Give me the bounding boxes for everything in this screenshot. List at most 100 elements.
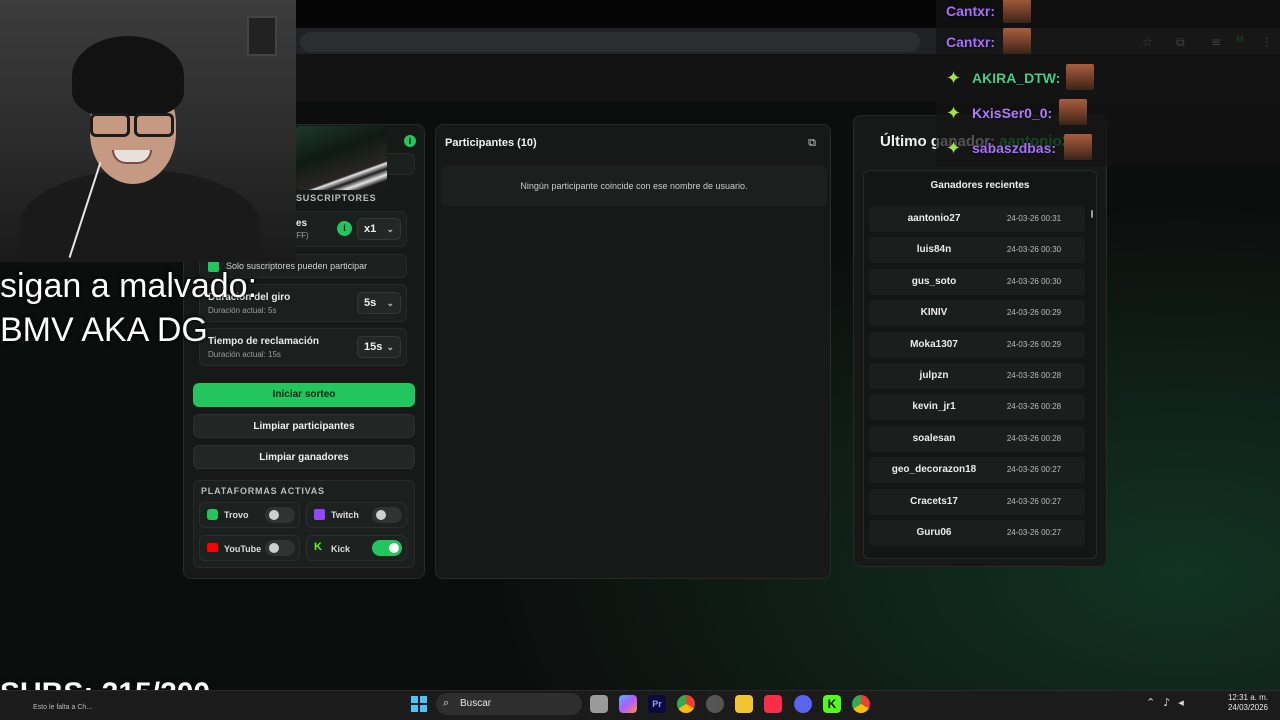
- trovo-icon: [207, 509, 218, 520]
- clear-participants-button[interactable]: Limpiar participantes: [193, 414, 415, 438]
- chat-emote-image: [1064, 134, 1092, 160]
- platform-label: Kick: [331, 544, 351, 554]
- claim-time-select[interactable]: 15s ⌄: [357, 336, 401, 358]
- streamer-glasses: [86, 113, 178, 139]
- winner-row: luis84n 24-03-26 00:30: [869, 237, 1085, 264]
- profile-image: [296, 126, 387, 190]
- winner-row: Guru06 24-03-26 00:27: [869, 520, 1085, 546]
- task-view-icon[interactable]: [590, 695, 608, 713]
- copy-icon[interactable]: ⧉: [804, 135, 820, 151]
- twitch-icon: [314, 509, 325, 520]
- windows-start-icon[interactable]: [411, 696, 427, 712]
- empty-participants-message: Ningún participante coincide con ese nom…: [441, 166, 827, 206]
- chat-emote-image: [1003, 28, 1031, 54]
- chat-emote-image: [1066, 64, 1094, 90]
- winner-date: 24-03-26 00:28: [1006, 402, 1062, 412]
- copilot-icon[interactable]: [619, 695, 637, 713]
- winner-date: 24-03-26 00:28: [1006, 371, 1062, 380]
- chat-badge-icon: ✦: [946, 103, 962, 124]
- winner-row: Cracets17 24-03-26 00:27: [869, 488, 1085, 515]
- wall-frame: [247, 16, 277, 56]
- chat-username: sabaszdbas:: [972, 140, 1057, 156]
- start-raffle-button[interactable]: Iniciar sorteo: [193, 383, 415, 407]
- spin-duration-select[interactable]: 5s ⌄: [357, 292, 401, 314]
- chat-username: Cantxr:: [946, 3, 996, 19]
- multiplier-value: x1: [364, 223, 377, 235]
- streamer-shirt: [20, 170, 260, 262]
- spin-duration-value: 5s: [364, 297, 377, 309]
- winner-date: 24-03-26 00:27: [1006, 496, 1062, 506]
- recent-winners-scrollbar[interactable]: [1091, 210, 1093, 218]
- clock-date: 24/03/2026: [1227, 703, 1269, 712]
- twitch-toggle[interactable]: [372, 507, 402, 523]
- platform-label: YouTube: [224, 544, 262, 554]
- winner-row: kevin_jr1 24-03-26 00:28: [869, 394, 1085, 421]
- system-tray-icons[interactable]: ⌃♪◂: [1146, 696, 1192, 709]
- platforms-header: PLATAFORMAS ACTIVAS: [201, 486, 325, 496]
- chevron-down-icon: ⌄: [386, 224, 394, 234]
- winner-date: 24-03-26 00:30: [1006, 276, 1062, 286]
- discord-icon[interactable]: [794, 695, 812, 713]
- chat-emote-image: [1059, 99, 1087, 125]
- winner-date: 24-03-26 00:31: [1006, 214, 1062, 223]
- winner-row: Moka1307 24-03-26 00:29: [869, 331, 1085, 358]
- chrome-profile-icon[interactable]: [852, 695, 870, 713]
- webcam-feed: [0, 0, 296, 262]
- winner-date: 24-03-26 00:29: [1006, 339, 1062, 349]
- platform-label: Twitch: [331, 510, 359, 520]
- obs-icon[interactable]: [706, 695, 724, 713]
- overlay-line2: BMV AKA DG: [0, 311, 208, 349]
- taskbar-search[interactable]: [436, 693, 582, 715]
- winner-date: 24-03-26 00:30: [1006, 245, 1062, 255]
- youtube-icon: [207, 543, 218, 552]
- clock-time: 12:31 a. m.: [1227, 693, 1269, 702]
- search-icon: ⌕: [443, 696, 450, 709]
- claim-time-sub: Duración actual: 15s: [208, 350, 281, 359]
- platform-label: Trovo: [224, 510, 249, 520]
- music-icon[interactable]: [764, 695, 782, 713]
- chat-emote-image: [1003, 0, 1031, 23]
- chrome-icon[interactable]: [677, 695, 695, 713]
- kick-toggle[interactable]: [372, 540, 402, 556]
- spin-duration-sub: Duración actual: 5s: [208, 306, 277, 315]
- address-bar[interactable]: [300, 32, 920, 52]
- chat-badge-icon: ✦: [946, 68, 962, 89]
- clear-winners-button[interactable]: Limpiar ganadores: [193, 445, 415, 469]
- taskbar: [0, 690, 1280, 720]
- winner-row: gus_soto 24-03-26 00:30: [869, 268, 1085, 295]
- file-explorer-icon[interactable]: [735, 695, 753, 713]
- overlay-line1: sigan a malvado:: [0, 267, 258, 305]
- trovo-toggle[interactable]: [265, 507, 295, 523]
- winner-row: geo_decorazon18 24-03-26 00:27: [869, 457, 1085, 484]
- chat-username: Cantxr:: [946, 34, 996, 50]
- winner-date: 24-03-26 00:28: [1006, 433, 1062, 443]
- youtube-toggle[interactable]: [265, 540, 295, 556]
- multiplier-info-icon[interactable]: i: [337, 221, 352, 236]
- notification-text: Esto le falta a Ch...: [33, 704, 93, 711]
- clock[interactable]: 12:31 a. m. 24/03/2026: [1222, 693, 1274, 713]
- chat-badge-icon: ✦: [946, 138, 962, 159]
- kick-icon: K: [314, 541, 322, 553]
- winner-date: 24-03-26 00:27: [1006, 528, 1062, 537]
- winner-row: aantonio27 24-03-26 00:31: [869, 206, 1085, 232]
- premiere-icon[interactable]: Pr: [648, 695, 666, 713]
- chat-username: KxisSer0_0:: [972, 105, 1053, 121]
- winner-date: 24-03-26 00:27: [1006, 465, 1062, 475]
- kick-app-icon[interactable]: K: [823, 695, 841, 713]
- recent-winners-title: Ganadores recientes: [930, 180, 1030, 191]
- chat-username: AKIRA_DTW:: [972, 70, 1061, 86]
- chevron-down-icon: ⌄: [386, 342, 394, 352]
- winner-date: 24-03-26 00:29: [1006, 308, 1062, 318]
- claim-time-title: Tiempo de reclamación: [208, 336, 319, 347]
- search-placeholder: Buscar: [460, 698, 492, 709]
- winner-row: soalesan 24-03-26 00:28: [869, 425, 1085, 452]
- multiplier-select[interactable]: x1 ⌄: [357, 218, 401, 240]
- chevron-down-icon: ⌄: [386, 298, 394, 308]
- streamer-hair: [72, 36, 184, 116]
- winner-row: KINIV 24-03-26 00:29: [869, 300, 1085, 327]
- participants-title: Participantes (10): [445, 137, 537, 149]
- subscribers-header: SUSCRIPTORES: [296, 193, 377, 203]
- claim-time-value: 15s: [364, 341, 383, 353]
- info-icon[interactable]: i: [404, 135, 416, 147]
- winner-row: julpzn 24-03-26 00:28: [869, 363, 1085, 389]
